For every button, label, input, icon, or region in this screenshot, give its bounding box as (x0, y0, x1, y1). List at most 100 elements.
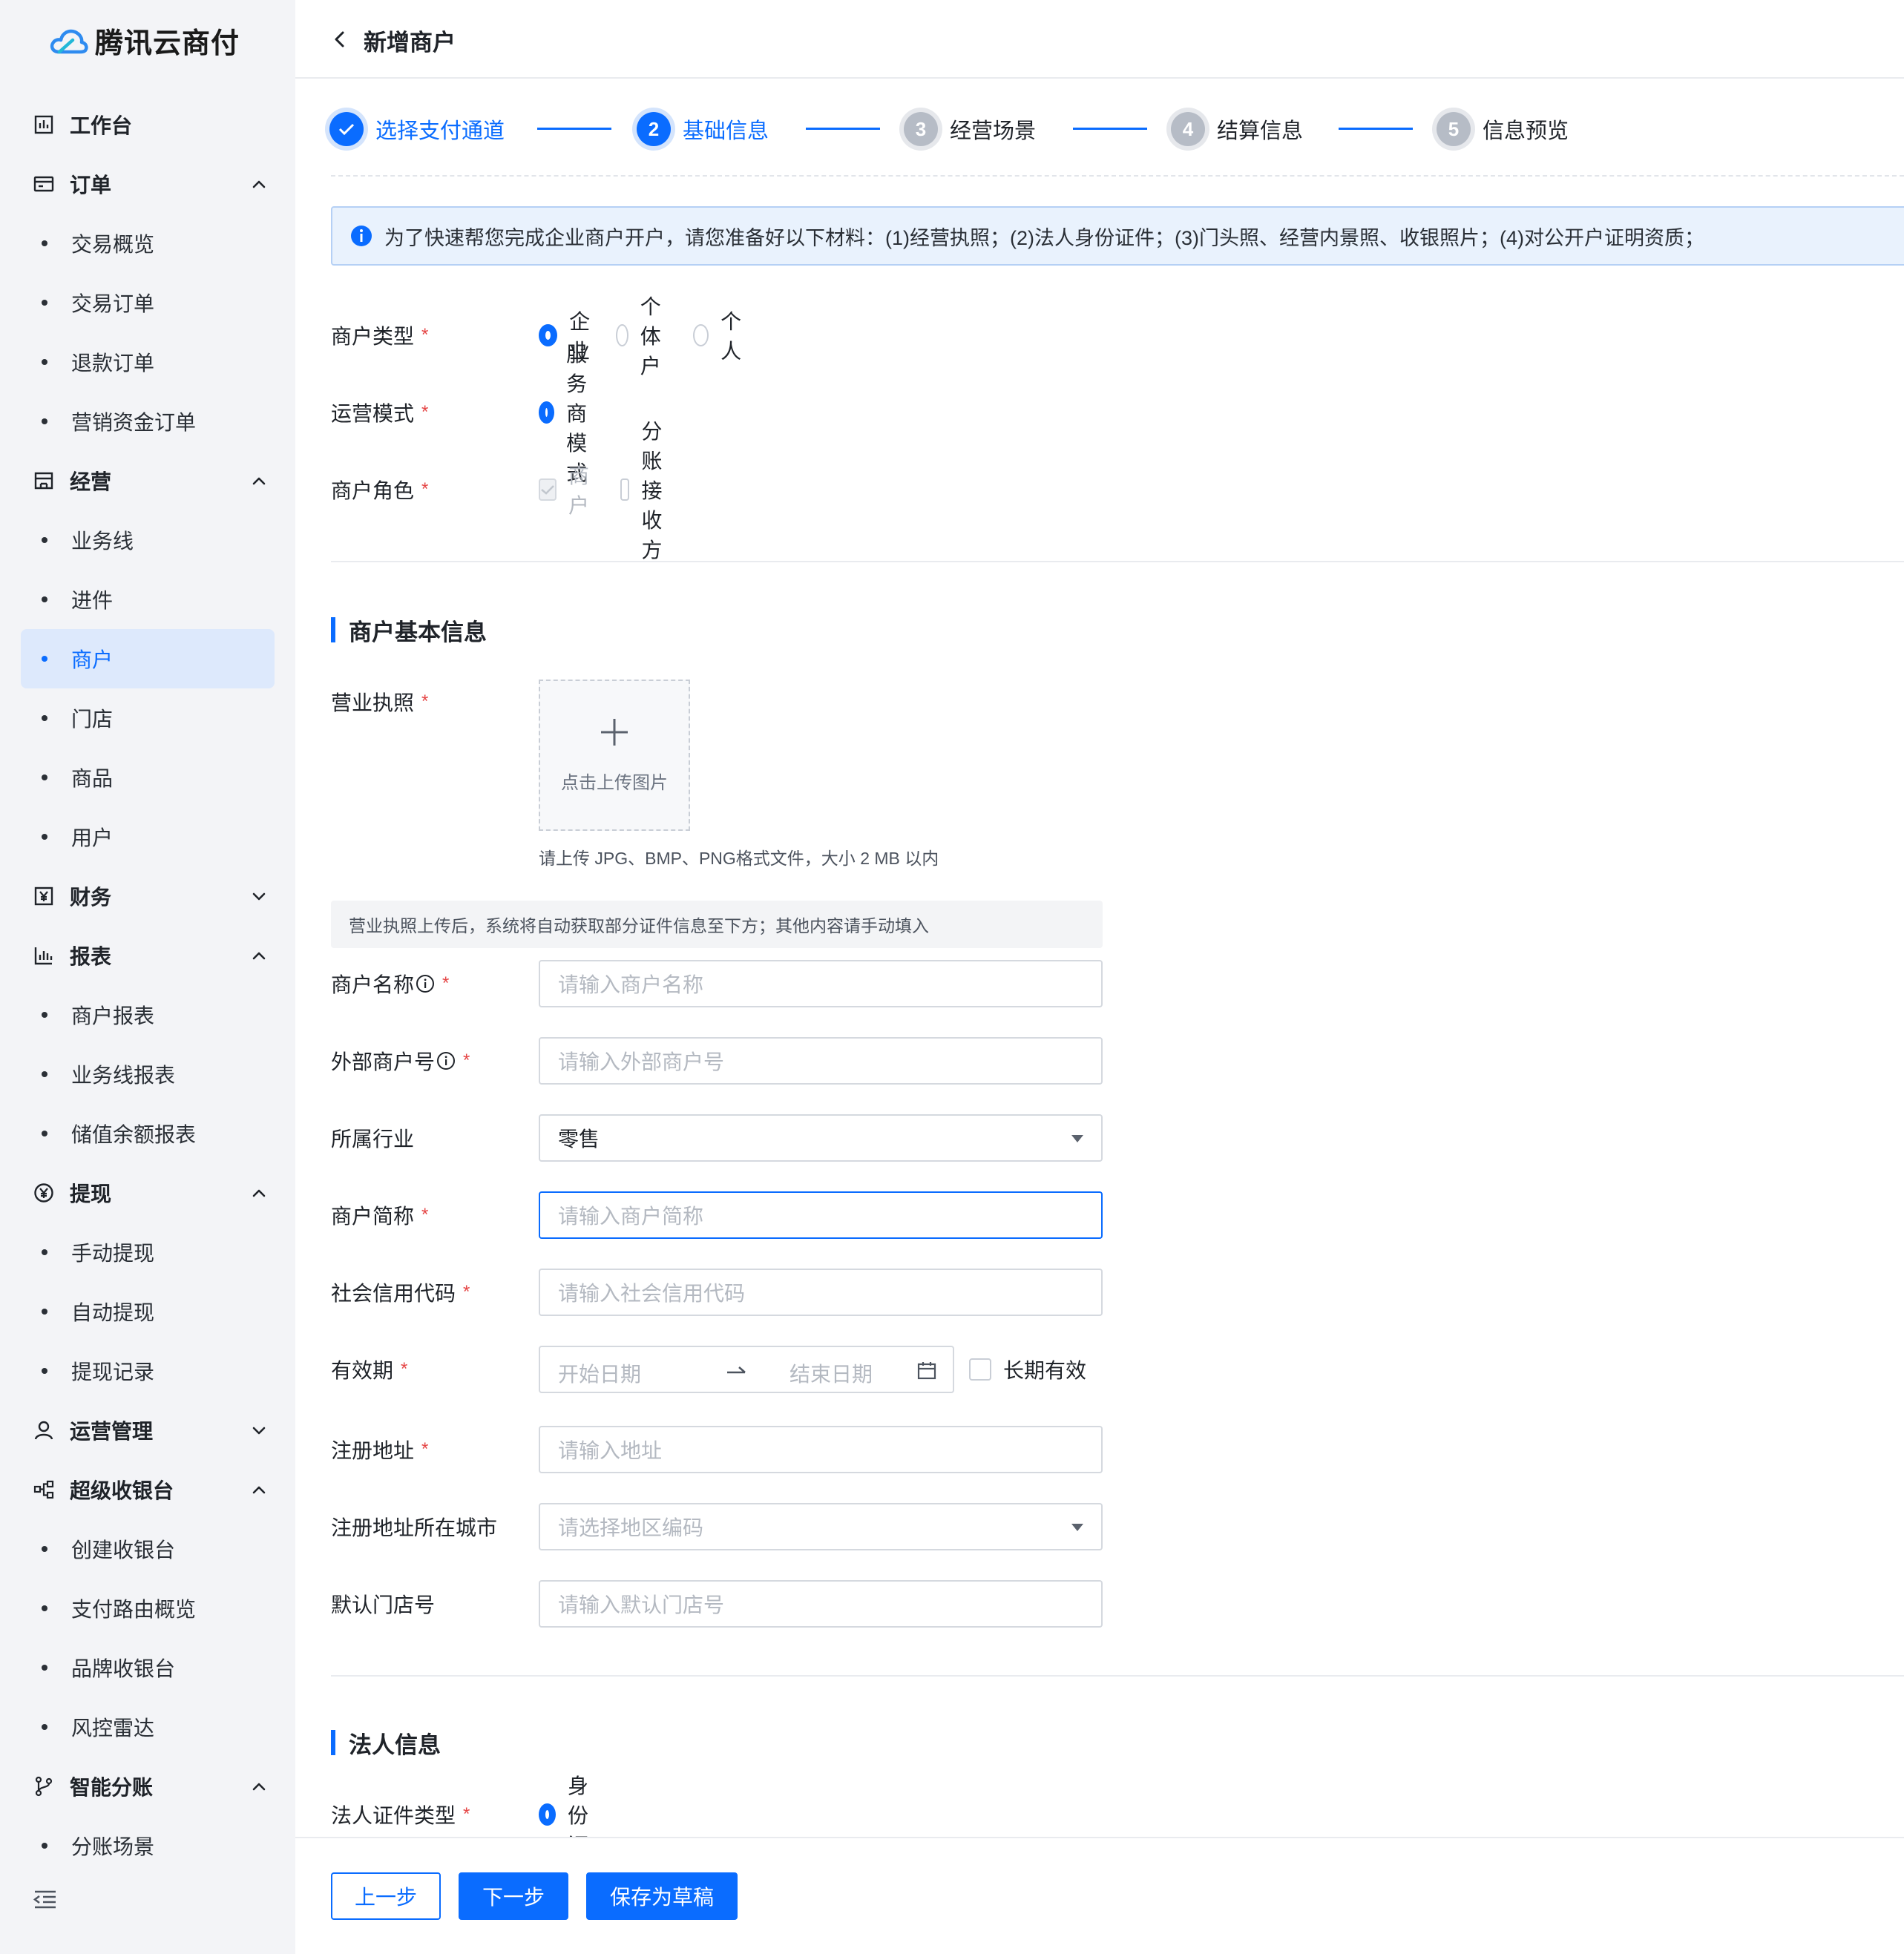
sidebar-item-label: 用户 (71, 826, 114, 849)
prev-step-button[interactable]: 上一步 (331, 1872, 441, 1920)
sidebar-item-label: 手动提现 (71, 1242, 155, 1265)
external-id-input[interactable]: 请输入外部商户号 (539, 1037, 1103, 1085)
sidebar-item-21[interactable]: 提现记录 (0, 1341, 295, 1401)
sidebar-item-24[interactable]: 创建收银台 (0, 1519, 295, 1579)
chevron-down-icon (252, 892, 266, 901)
sidebar-item-17[interactable]: 储值余额报表 (0, 1104, 295, 1163)
back-arrow-icon[interactable] (329, 28, 350, 50)
validity-label: 有效期 * (331, 1359, 408, 1382)
sidebar-item-label: 智能分账 (70, 1776, 154, 1799)
sidebar-item-7[interactable]: 业务线 (0, 510, 295, 570)
license-upload[interactable]: 点击上传图片 (539, 680, 690, 831)
radio-individual[interactable]: 个人 (693, 306, 748, 365)
sidebar-item-label: 经营 (70, 470, 112, 493)
sidebar-item-label: 交易订单 (71, 292, 155, 315)
radio-individual-business[interactable]: 个体户 (616, 291, 671, 380)
calendar-icon[interactable] (917, 1361, 936, 1380)
license-label: 营业执照 * (331, 691, 429, 714)
next-step-button[interactable]: 下一步 (459, 1872, 568, 1920)
sidebar-item-16[interactable]: 业务线报表 (0, 1045, 295, 1104)
sidebar-item-label: 风控雷达 (71, 1717, 155, 1740)
chevron-down-icon (252, 1427, 266, 1435)
split-icon (33, 1775, 55, 1797)
merchant-role-label: 商户角色 * (331, 479, 429, 502)
city-label: 注册地址所在城市 (331, 1516, 498, 1539)
sidebar-item-label: 报表 (70, 945, 112, 968)
sidebar-group-14[interactable]: 报表 (0, 926, 295, 985)
app-name: 腾讯云商付 (95, 27, 240, 59)
sidebar-group-1[interactable]: 订单 (0, 154, 295, 214)
credit-code-input[interactable]: 请输入社会信用代码 (539, 1269, 1103, 1316)
check-icon (541, 485, 554, 495)
section-divider (331, 561, 1904, 562)
chevron-up-icon (252, 180, 266, 188)
sidebar-item-label: 分账场景 (71, 1835, 155, 1858)
sidebar-item-label: 品牌收银台 (71, 1657, 176, 1680)
sidebar-group-23[interactable]: 超级收银台 (0, 1460, 295, 1519)
sidebar-item-label: 营销资金订单 (71, 411, 197, 434)
industry-select[interactable]: 零售 (539, 1114, 1103, 1162)
longterm-row: 长期有效 (969, 1346, 1113, 1393)
sidebar-item-20[interactable]: 自动提现 (0, 1282, 295, 1341)
sidebar-group-18[interactable]: 提现 (0, 1163, 295, 1223)
chevron-up-icon (252, 1486, 266, 1494)
sidebar-item-label: 运营管理 (70, 1420, 154, 1443)
default-store-input[interactable]: 请输入默认门店号 (539, 1580, 1103, 1628)
sidebar-group-28[interactable]: 智能分账 (0, 1757, 295, 1816)
sidebar-item-3[interactable]: 交易订单 (0, 273, 295, 332)
sidebar-item-9[interactable]: 商户 (21, 629, 275, 688)
info-circle-icon[interactable] (416, 974, 435, 993)
sidebar-item-15[interactable]: 商户报表 (0, 985, 295, 1045)
chart-icon (33, 944, 55, 967)
step-1: 选择支付通道 (329, 108, 505, 150)
save-draft-button[interactable]: 保存为草稿 (586, 1872, 738, 1920)
sidebar-item-label: 商户报表 (71, 1004, 155, 1027)
step-connector (1339, 128, 1413, 130)
sidebar-item-11[interactable]: 商品 (0, 748, 295, 807)
city-select[interactable]: 请选择地区编码 (539, 1503, 1103, 1550)
merchant-name-input[interactable]: 请输入商户名称 (539, 960, 1103, 1007)
collapse-sidebar-icon[interactable] (33, 1889, 58, 1911)
address-label: 注册地址 * (331, 1439, 429, 1462)
sidebar-item-25[interactable]: 支付路由概览 (0, 1579, 295, 1638)
sidebar-item-2[interactable]: 交易概览 (0, 214, 295, 273)
short-name-input[interactable]: 请输入商户简称 (539, 1191, 1103, 1239)
external-id-label: 外部商户号 * (331, 1050, 470, 1073)
industry-value: 零售 (558, 1128, 600, 1151)
sidebar-item-12[interactable]: 用户 (0, 807, 295, 866)
address-input[interactable]: 请输入地址 (539, 1426, 1103, 1473)
sidebar-item-29[interactable]: 分账场景 (0, 1816, 295, 1875)
brand[interactable]: 腾讯云商付 (49, 19, 240, 61)
sidebar-item-8[interactable]: 进件 (0, 570, 295, 629)
page-title: 新增商户 (364, 30, 456, 56)
validity-date-range[interactable]: 开始日期 结束日期 (539, 1346, 954, 1393)
checkbox-split-receiver[interactable]: 分账接收方 (620, 415, 675, 564)
sidebar-item-26[interactable]: 品牌收银台 (0, 1638, 295, 1697)
info-circle-icon[interactable] (436, 1051, 456, 1070)
step-label: 基础信息 (683, 119, 769, 143)
steps-divider (331, 175, 1904, 177)
sidebar-group-13[interactable]: 财务 (0, 866, 295, 926)
sidebar-group-22[interactable]: 运营管理 (0, 1401, 295, 1460)
sidebar-group-0[interactable]: 工作台 (0, 95, 295, 154)
step-label: 信息预览 (1483, 119, 1569, 143)
end-date-input[interactable]: 结束日期 (789, 1358, 873, 1388)
sidebar-item-10[interactable]: 门店 (0, 688, 295, 748)
sidebar-group-6[interactable]: 经营 (0, 451, 295, 510)
start-date-input[interactable]: 开始日期 (558, 1358, 641, 1388)
sidebar-item-label: 交易概览 (71, 233, 155, 256)
upload-text: 点击上传图片 (561, 772, 668, 793)
sidebar-item-19[interactable]: 手动提现 (0, 1223, 295, 1282)
checkbox-long-term[interactable]: 长期有效 (969, 1355, 1086, 1384)
sidebar-item-label: 商户 (71, 648, 114, 671)
dashboard-icon (33, 114, 55, 136)
sidebar-item-5[interactable]: 营销资金订单 (0, 392, 295, 451)
upload-hint: 请上传 JPG、BMP、PNG格式文件，大小 2 MB 以内 (539, 849, 939, 868)
step-label: 经营场景 (950, 119, 1037, 143)
caret-down-icon (1071, 1135, 1083, 1142)
sidebar-item-27[interactable]: 风控雷达 (0, 1697, 295, 1757)
sidebar-item-label: 提现记录 (71, 1361, 155, 1384)
sidebar-item-4[interactable]: 退款订单 (0, 332, 295, 392)
sidebar-item-label: 自动提现 (71, 1301, 155, 1324)
sidebar-item-label: 门店 (71, 708, 114, 731)
